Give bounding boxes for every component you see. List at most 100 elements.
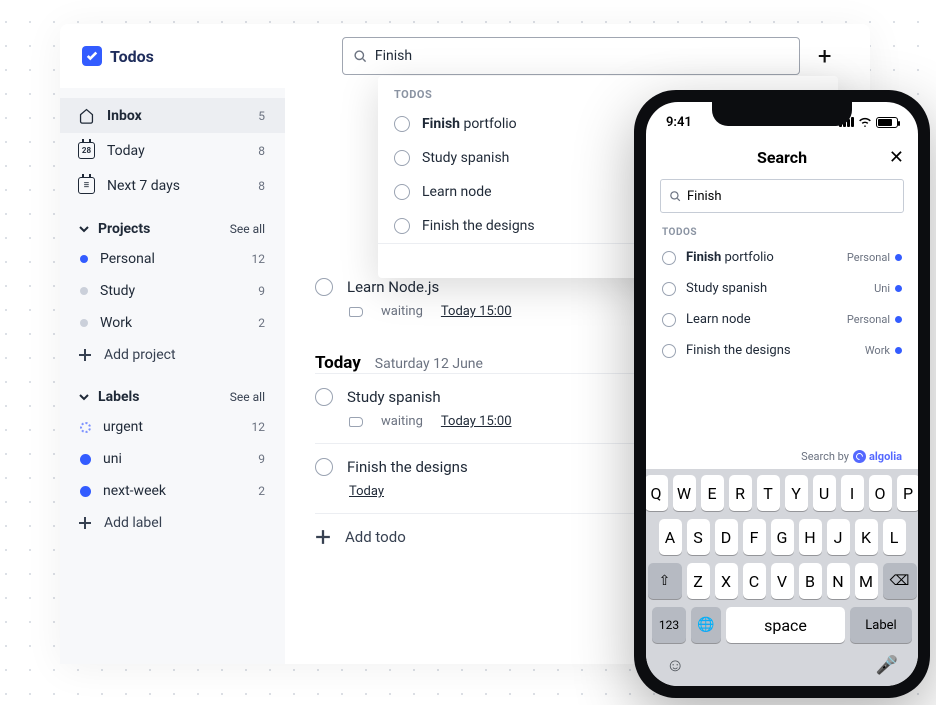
wifi-icon xyxy=(858,117,872,127)
tag-icon xyxy=(80,486,91,497)
phone-modal-header: Search ✕ xyxy=(646,142,918,179)
labels-title: Labels xyxy=(98,389,139,405)
add-label-button[interactable]: Add label xyxy=(60,507,285,539)
project-personal[interactable]: Personal12 xyxy=(60,243,285,275)
label-next-week[interactable]: next-week2 xyxy=(60,475,285,507)
sidebar-nav-inbox[interactable]: Inbox 5 xyxy=(60,98,285,133)
project-work[interactable]: Work2 xyxy=(60,307,285,339)
key-globe[interactable]: 🌐 xyxy=(691,607,721,643)
phone-search-input[interactable] xyxy=(687,189,895,204)
label-urgent[interactable]: urgent12 xyxy=(60,411,285,443)
checkbox-icon[interactable] xyxy=(315,388,333,406)
labels-seeall[interactable]: See all xyxy=(230,390,265,404)
key-q[interactable]: Q xyxy=(646,475,668,511)
key-n[interactable]: N xyxy=(827,563,850,599)
key-x[interactable]: X xyxy=(715,563,738,599)
label-uni[interactable]: uni9 xyxy=(60,443,285,475)
projects-header[interactable]: Projects See all xyxy=(60,203,285,243)
nav-label: Today xyxy=(107,143,145,159)
projects-seeall[interactable]: See all xyxy=(230,222,265,236)
key-z[interactable]: Z xyxy=(687,563,710,599)
key-i[interactable]: I xyxy=(841,475,864,511)
add-project-button[interactable]: Add project xyxy=(60,339,285,371)
key-numeric[interactable]: 123 xyxy=(652,607,686,643)
phone-notch xyxy=(712,102,852,126)
phone-result[interactable]: Finish portfolioPersonal xyxy=(646,242,918,273)
search-icon xyxy=(353,49,367,63)
key-t[interactable]: T xyxy=(757,475,780,511)
key-g[interactable]: G xyxy=(771,519,794,555)
home-icon xyxy=(78,107,95,124)
checkbox-icon[interactable] xyxy=(315,458,333,476)
mic-icon[interactable]: 🎤 xyxy=(876,655,898,676)
key-d[interactable]: D xyxy=(715,519,738,555)
due-date[interactable]: Today xyxy=(349,484,384,499)
phone-screen: 9:41 Search ✕ TODOS Finish portfolioPers… xyxy=(646,102,918,686)
checkbox-icon xyxy=(394,116,410,132)
task-title: Finish the designs xyxy=(347,458,468,476)
phone-search-box[interactable] xyxy=(660,179,904,213)
phone-footer: Search by algolia xyxy=(646,442,918,467)
key-s[interactable]: S xyxy=(687,519,710,555)
key-l[interactable]: L xyxy=(883,519,906,555)
phone-result[interactable]: Learn nodePersonal xyxy=(646,304,918,335)
key-y[interactable]: Y xyxy=(785,475,808,511)
key-p[interactable]: P xyxy=(897,475,919,511)
project-study[interactable]: Study9 xyxy=(60,275,285,307)
key-c[interactable]: C xyxy=(743,563,766,599)
key-backspace[interactable]: ⌫ xyxy=(883,563,917,599)
algolia-icon xyxy=(853,450,866,463)
key-b[interactable]: B xyxy=(799,563,822,599)
sidebar-nav-next7[interactable]: ☰ Next 7 days 8 xyxy=(60,168,285,203)
labels-header[interactable]: Labels See all xyxy=(60,371,285,411)
key-m[interactable]: M xyxy=(855,563,878,599)
key-w[interactable]: W xyxy=(673,475,696,511)
label-icon xyxy=(349,307,363,317)
key-space[interactable]: space xyxy=(726,607,845,643)
search-input[interactable] xyxy=(375,48,789,64)
key-k[interactable]: K xyxy=(855,519,878,555)
key-h[interactable]: H xyxy=(799,519,822,555)
checkbox-icon xyxy=(394,184,410,200)
search-icon xyxy=(669,190,681,202)
key-a[interactable]: A xyxy=(659,519,682,555)
due-date[interactable]: Today 15:00 xyxy=(441,414,512,429)
add-button[interactable]: + xyxy=(818,41,832,71)
key-label[interactable]: Label xyxy=(850,607,912,643)
key-o[interactable]: O xyxy=(869,475,892,511)
project-badge: Personal xyxy=(847,251,902,264)
nav-count: 8 xyxy=(258,144,265,158)
key-shift[interactable]: ⇧ xyxy=(648,563,682,599)
nav-count: 8 xyxy=(258,179,265,193)
algolia-logo[interactable]: algolia xyxy=(853,450,902,463)
search-input-container[interactable] xyxy=(342,37,800,75)
key-f[interactable]: F xyxy=(743,519,766,555)
key-e[interactable]: E xyxy=(701,475,724,511)
key-u[interactable]: U xyxy=(813,475,836,511)
key-r[interactable]: R xyxy=(729,475,752,511)
plus-icon xyxy=(78,516,92,530)
task-title: Learn Node.js xyxy=(347,278,439,296)
emoji-icon[interactable]: ☺ xyxy=(666,655,684,676)
calendar-today-icon: 28 xyxy=(78,142,95,159)
sidebar-nav-today[interactable]: 28 Today 8 xyxy=(60,133,285,168)
due-date[interactable]: Today 15:00 xyxy=(441,304,512,319)
key-v[interactable]: V xyxy=(771,563,794,599)
phone-keyboard: QWERTYUIOP ASDFGHJKL ⇧ ZXCVBNM ⌫ 123 🌐 s… xyxy=(646,469,918,686)
key-j[interactable]: J xyxy=(827,519,850,555)
tag-icon xyxy=(80,454,91,465)
app-logo[interactable]: Todos xyxy=(82,46,154,66)
close-icon[interactable]: ✕ xyxy=(889,147,904,168)
label-icon xyxy=(349,417,363,427)
checkbox-icon[interactable] xyxy=(315,278,333,296)
dot-icon xyxy=(895,254,902,261)
phone-result[interactable]: Study spanishUni xyxy=(646,273,918,304)
phone-result[interactable]: Finish the designsWork xyxy=(646,335,918,366)
checkbox-icon xyxy=(394,218,410,234)
nav-count: 5 xyxy=(258,109,265,123)
plus-icon xyxy=(78,348,92,362)
phone-frame: 9:41 Search ✕ TODOS Finish portfolioPers… xyxy=(634,90,930,698)
plus-icon xyxy=(315,529,331,545)
tag-icon xyxy=(80,422,91,433)
dot-icon xyxy=(80,255,88,263)
